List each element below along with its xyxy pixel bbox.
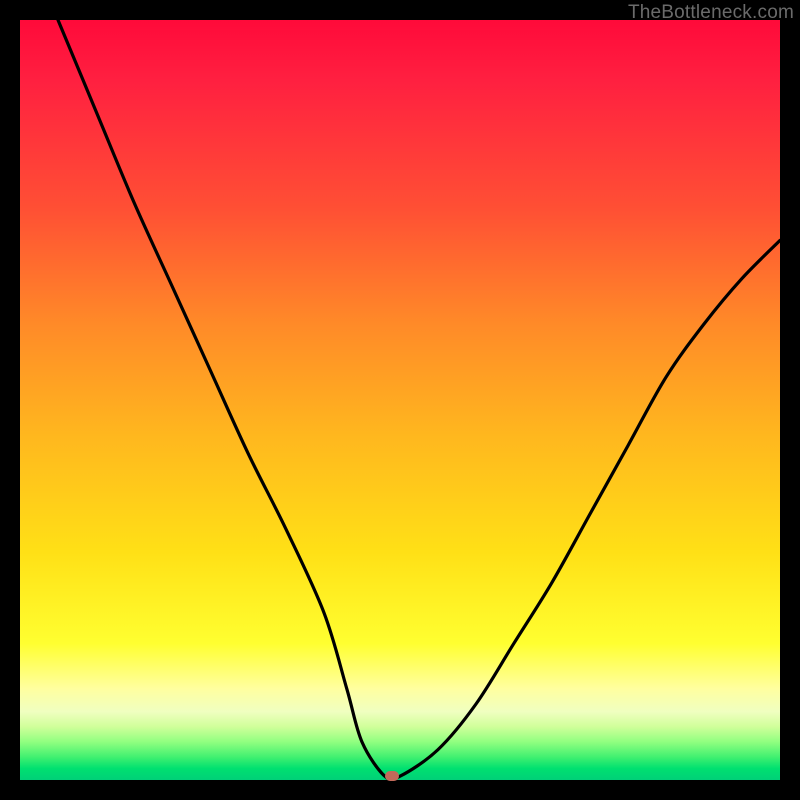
chart-container: TheBottleneck.com bbox=[0, 0, 800, 800]
watermark-text: TheBottleneck.com bbox=[628, 2, 794, 24]
plot-area bbox=[20, 20, 780, 780]
curve-svg bbox=[20, 20, 780, 780]
min-marker bbox=[385, 771, 399, 781]
curve-path bbox=[58, 20, 780, 780]
